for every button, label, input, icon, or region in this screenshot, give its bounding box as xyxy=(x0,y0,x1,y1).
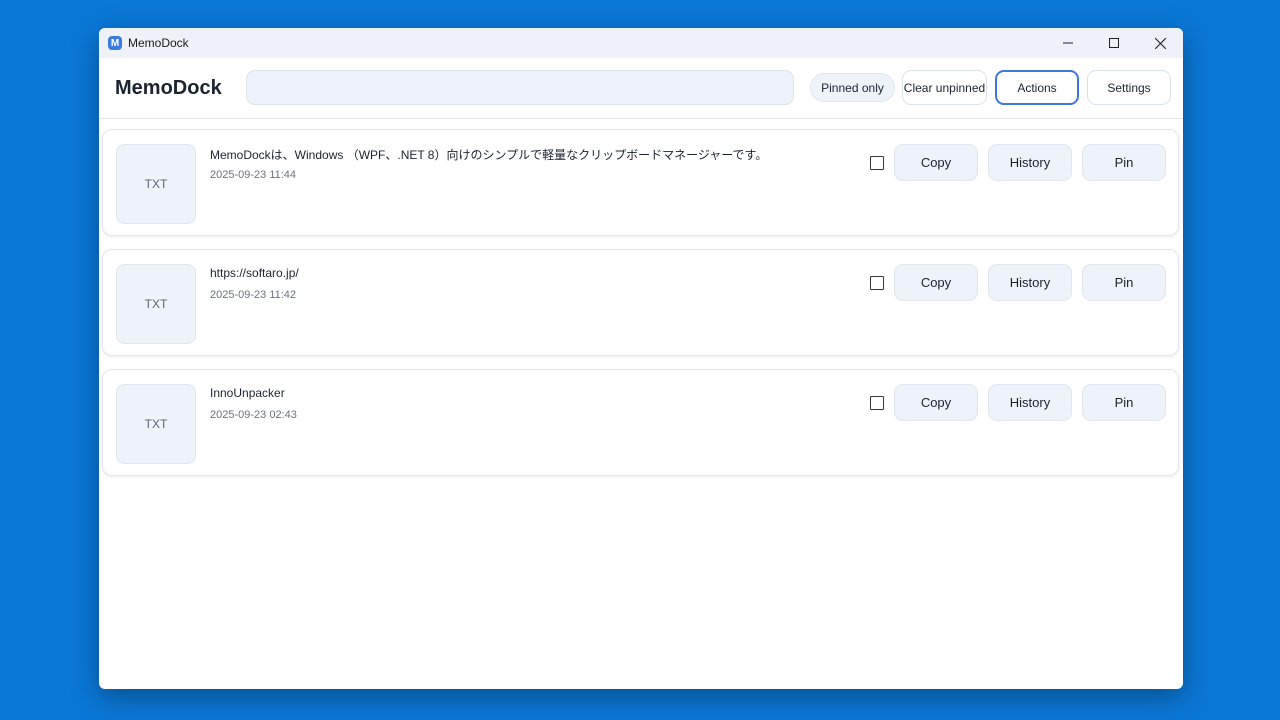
actions-button[interactable]: Actions xyxy=(995,70,1079,105)
minimize-button[interactable] xyxy=(1045,28,1091,58)
copy-button[interactable]: Copy xyxy=(894,384,978,421)
window-controls xyxy=(1045,28,1183,58)
clip-timestamp: 2025-09-23 02:43 xyxy=(210,409,297,421)
type-thumbnail: TXT xyxy=(116,144,196,224)
type-thumbnail: TXT xyxy=(116,264,196,344)
window-title: MemoDock xyxy=(128,36,189,50)
minimize-icon xyxy=(1063,42,1073,44)
list-item[interactable]: TXT https://softaro.jp/ 2025-09-23 11:42… xyxy=(102,249,1179,356)
app-brand-title: MemoDock xyxy=(115,76,222,99)
list-item[interactable]: TXT InnoUnpacker 2025-09-23 02:43 Copy H… xyxy=(102,369,1179,476)
clear-unpinned-button[interactable]: Clear unpinned xyxy=(902,70,987,105)
history-button[interactable]: History xyxy=(988,384,1072,421)
clip-text: https://softaro.jp/ xyxy=(210,266,299,280)
select-checkbox[interactable] xyxy=(870,276,884,290)
settings-button[interactable]: Settings xyxy=(1087,70,1171,105)
close-button[interactable] xyxy=(1137,28,1183,58)
pin-button[interactable]: Pin xyxy=(1082,264,1166,301)
title-bar[interactable]: M MemoDock xyxy=(99,28,1183,58)
copy-button[interactable]: Copy xyxy=(894,144,978,181)
pin-button[interactable]: Pin xyxy=(1082,144,1166,181)
list-item[interactable]: TXT MemoDockは、Windows （WPF、.NET 8）向けのシンプ… xyxy=(102,129,1179,236)
toolbar: MemoDock Pinned only Clear unpinned Acti… xyxy=(99,58,1183,119)
select-checkbox[interactable] xyxy=(870,156,884,170)
pinned-only-toggle[interactable]: Pinned only xyxy=(810,73,895,102)
pin-button[interactable]: Pin xyxy=(1082,384,1166,421)
history-button[interactable]: History xyxy=(988,144,1072,181)
clip-timestamp: 2025-09-23 11:44 xyxy=(210,169,297,181)
app-window: M MemoDock MemoDock Pinned only Clear un… xyxy=(99,28,1183,689)
clip-timestamp: 2025-09-23 11:42 xyxy=(210,289,297,301)
app-logo-icon: M xyxy=(108,36,122,50)
select-checkbox[interactable] xyxy=(870,396,884,410)
search-input[interactable] xyxy=(246,70,794,105)
history-button[interactable]: History xyxy=(988,264,1072,301)
copy-button[interactable]: Copy xyxy=(894,264,978,301)
maximize-icon xyxy=(1109,38,1119,48)
close-icon xyxy=(1154,37,1166,49)
maximize-button[interactable] xyxy=(1091,28,1137,58)
clip-text: MemoDockは、Windows （WPF、.NET 8）向けのシンプルで軽量… xyxy=(210,148,768,162)
clip-text: InnoUnpacker xyxy=(210,386,285,400)
type-thumbnail: TXT xyxy=(116,384,196,464)
